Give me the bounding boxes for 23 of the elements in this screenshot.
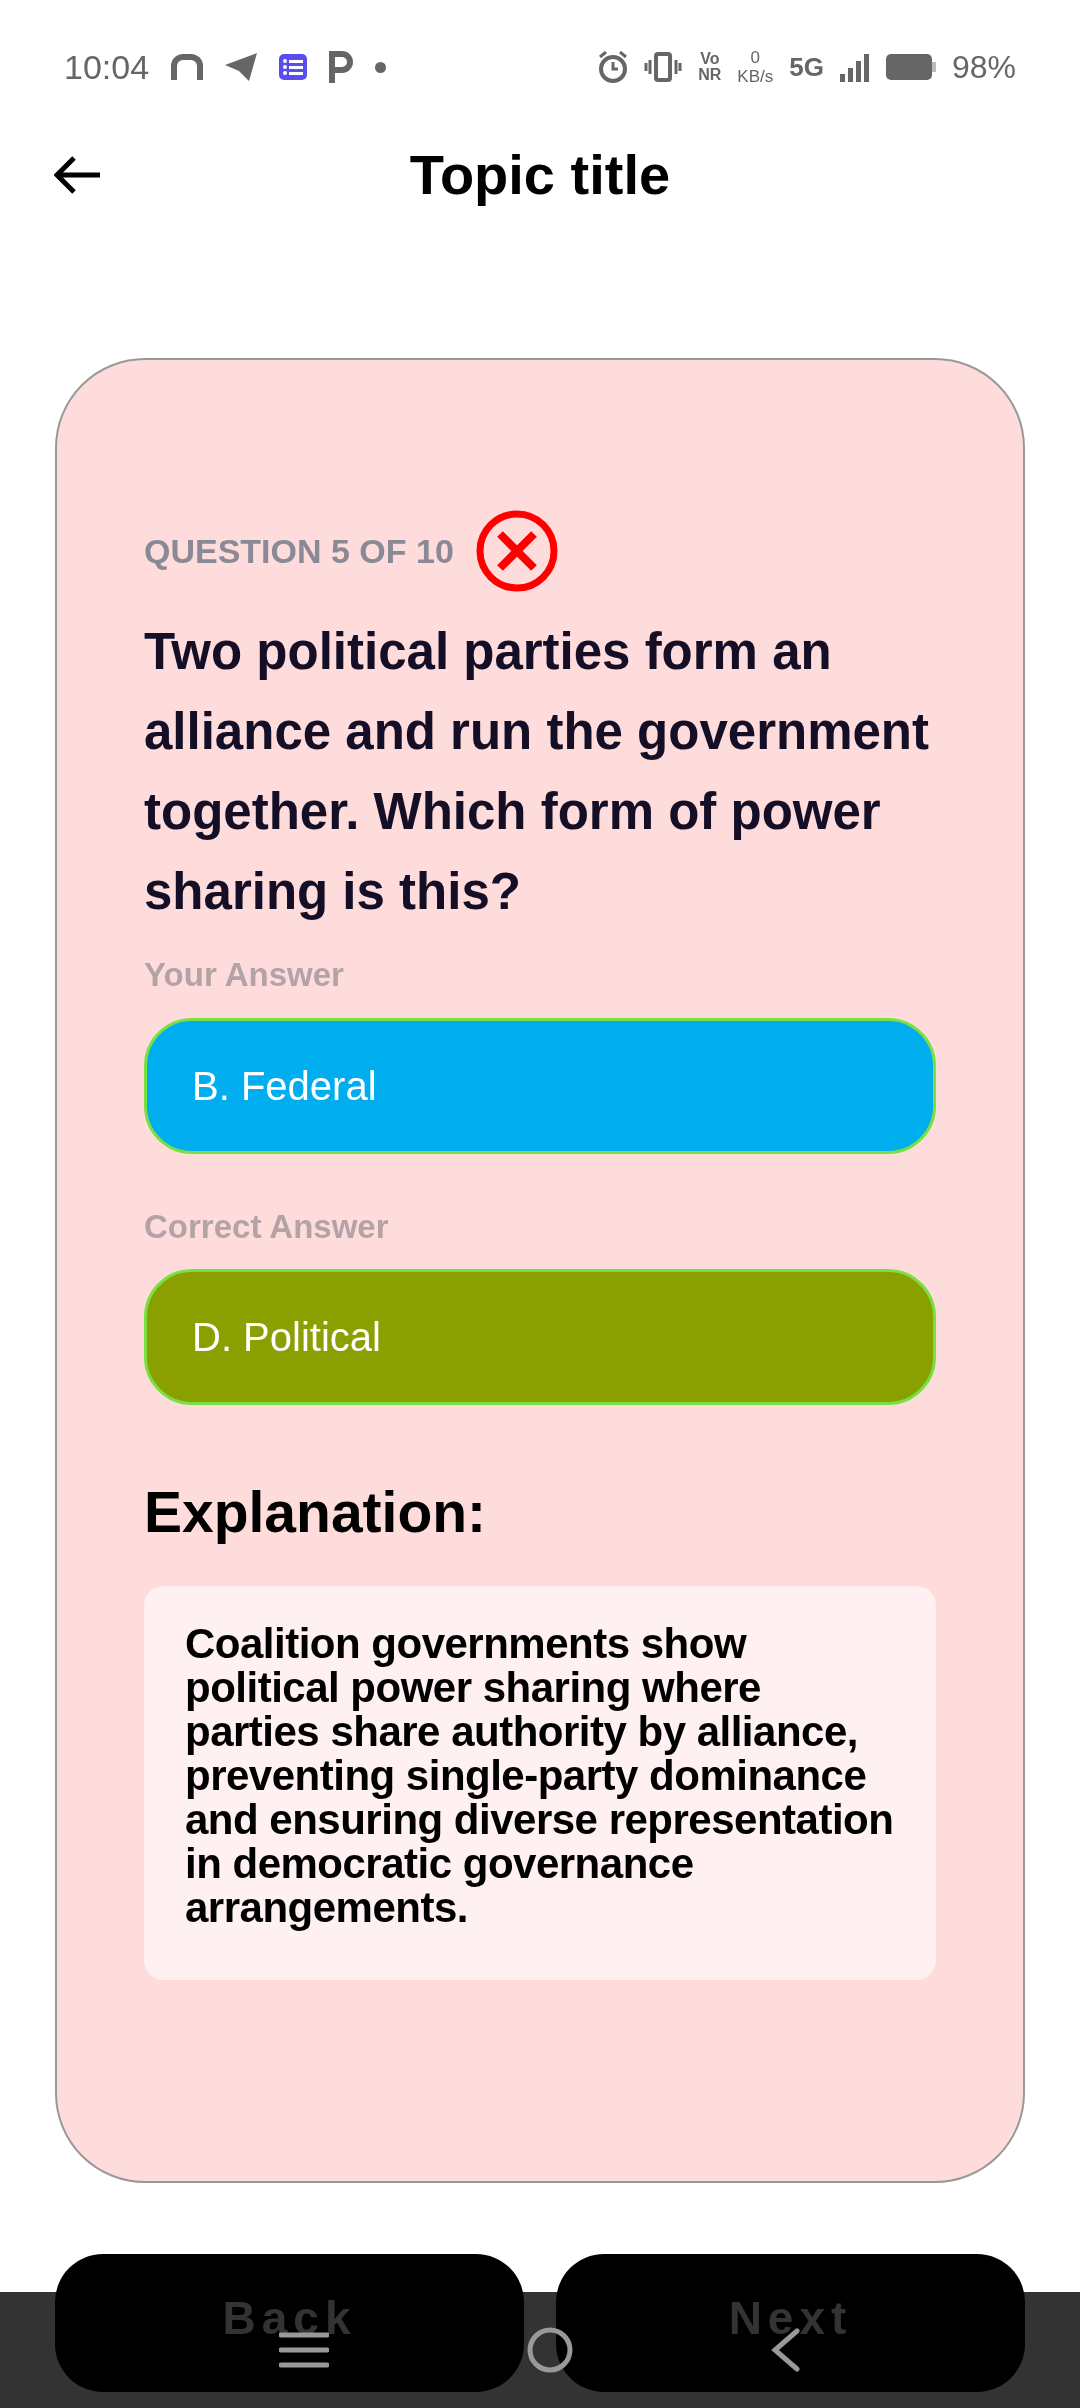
battery-level: 98% xyxy=(951,48,1016,87)
question-counter: QUESTION 5 OF 10 xyxy=(144,530,454,572)
page-title: Topic title xyxy=(409,142,671,208)
data-speed: 0 KB/s xyxy=(737,48,774,86)
question-text: Two political parties form an alliance and run the government together. Which form of power sharing is this? xyxy=(144,622,930,922)
answer-label: Correct Answer xyxy=(144,1206,390,1247)
menu-icon[interactable] xyxy=(279,2332,329,2368)
clock: 10:04 xyxy=(64,46,150,88)
vibrate-icon xyxy=(644,52,683,82)
signal-icon xyxy=(839,52,870,82)
p-icon xyxy=(329,51,354,83)
paper-plane-icon xyxy=(225,53,258,81)
answer-label: Your Answer xyxy=(144,955,345,995)
checklist-icon xyxy=(279,54,308,80)
answer-option: D. Political xyxy=(144,1269,936,1405)
answer-option: B. Federal xyxy=(144,1017,936,1154)
battery-icon xyxy=(885,54,936,80)
network-type: 5G xyxy=(789,50,824,84)
home-icon[interactable] xyxy=(527,2327,573,2373)
explanation-text: Coalition governments show political power sharing where parties share authority by alliance, preventing single-party dominance and ensuring diverse representation in democratic governance arrangements. xyxy=(185,1621,895,1930)
alarm-icon xyxy=(598,51,629,83)
vonr-indicator: Vo NR xyxy=(698,51,722,83)
explanation-heading: Explanation: xyxy=(144,1479,488,1546)
